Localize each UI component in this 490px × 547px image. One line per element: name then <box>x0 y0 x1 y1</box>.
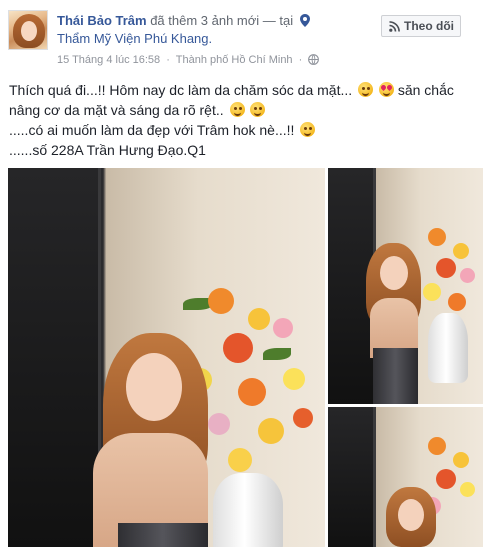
follow-button[interactable]: Theo dõi <box>381 15 461 37</box>
post-body: Thích quá đi...!! Hôm nay dc làm da chăm… <box>9 80 479 160</box>
map-pin-icon <box>299 14 310 27</box>
post-text-4: .....có ai muốn làm da đẹp với Trâm hok … <box>9 122 295 138</box>
follow-label: Theo dõi <box>404 19 454 33</box>
post-photo-2[interactable] <box>328 168 483 404</box>
post-text-1: Thích quá đi...!! Hôm nay dc làm da chăm… <box>9 82 353 98</box>
photo-person-face <box>126 353 182 421</box>
heart-eyes-emoji-icon <box>378 82 394 97</box>
photo-flower <box>460 482 475 497</box>
meta-separator: · <box>166 54 170 66</box>
photo-flower <box>208 413 230 435</box>
post-line-1: Thích quá đi...!! Hôm nay dc làm da chăm… <box>9 80 479 100</box>
laughing-emoji-icon <box>229 102 245 117</box>
photo-flower <box>436 258 456 278</box>
photo-flower <box>436 469 456 489</box>
post-line-2: nâng cơ da mặt và sáng da rõ rệt.. <box>9 100 479 120</box>
author-name[interactable]: Thái Bảo Trâm <box>57 13 147 28</box>
post-text-2: săn chắc <box>397 82 454 98</box>
post-photo-1[interactable] <box>8 168 325 547</box>
photo-door <box>8 168 101 547</box>
post-line-3: .....có ai muốn làm da đẹp với Trâm hok … <box>9 120 479 140</box>
photo-person-skirt <box>118 523 208 547</box>
photo-flower <box>223 333 253 363</box>
photo-flower <box>428 228 446 246</box>
photo-person-face <box>398 499 424 531</box>
post-meta: 15 Tháng 4 lúc 16:58 · Thành phố Hồ Chí … <box>57 54 322 66</box>
photo-flower <box>448 293 466 311</box>
photo-flower <box>238 378 266 406</box>
post-action-text: đã thêm 3 ảnh mới — tại <box>150 13 294 28</box>
photo-door <box>328 407 376 547</box>
photo-flower <box>428 437 446 455</box>
location-link[interactable]: Thẩm Mỹ Viện Phú Khang. <box>57 31 212 46</box>
photo-flower <box>423 283 441 301</box>
photo-flower <box>228 448 252 472</box>
post-line-4: ......số 228A Trần Hưng Đạo.Q1 <box>9 140 479 160</box>
photo-flower <box>258 418 284 444</box>
photo-person-face <box>380 256 408 290</box>
smile-emoji-icon <box>250 102 266 117</box>
post-text-5: ......số 228A Trần Hưng Đạo.Q1 <box>9 142 206 158</box>
photo-person-skirt <box>373 348 418 404</box>
post-city[interactable]: Thành phố Hồ Chí Minh <box>176 54 293 66</box>
grin-emoji-icon <box>300 122 316 137</box>
post-timestamp[interactable]: 15 Tháng 4 lúc 16:58 <box>57 54 160 66</box>
kiss-emoji-icon <box>358 82 374 97</box>
rss-icon <box>389 21 400 32</box>
post-photo-3[interactable] <box>328 407 483 547</box>
author-avatar[interactable] <box>8 10 48 50</box>
photo-flower <box>248 308 270 330</box>
photo-vase <box>213 473 283 547</box>
feed-post: Thái Bảo Trâm đã thêm 3 ảnh mới — tại Th… <box>0 0 490 547</box>
photo-flower <box>208 288 234 314</box>
photo-flower <box>453 452 469 468</box>
photo-flower <box>283 368 305 390</box>
photo-vase <box>428 313 468 383</box>
post-text-3: nâng cơ da mặt và sáng da rõ rệt.. <box>9 102 224 118</box>
photo-leaf <box>263 348 291 360</box>
photo-flower <box>453 243 469 259</box>
photo-flower <box>460 268 475 283</box>
photo-flower <box>273 318 293 338</box>
photo-flower <box>293 408 313 428</box>
post-header: Thái Bảo Trâm đã thêm 3 ảnh mới — tại <box>57 12 310 30</box>
meta-separator-2: · <box>298 54 303 66</box>
avatar-face <box>21 21 37 41</box>
globe-icon[interactable] <box>308 54 320 65</box>
